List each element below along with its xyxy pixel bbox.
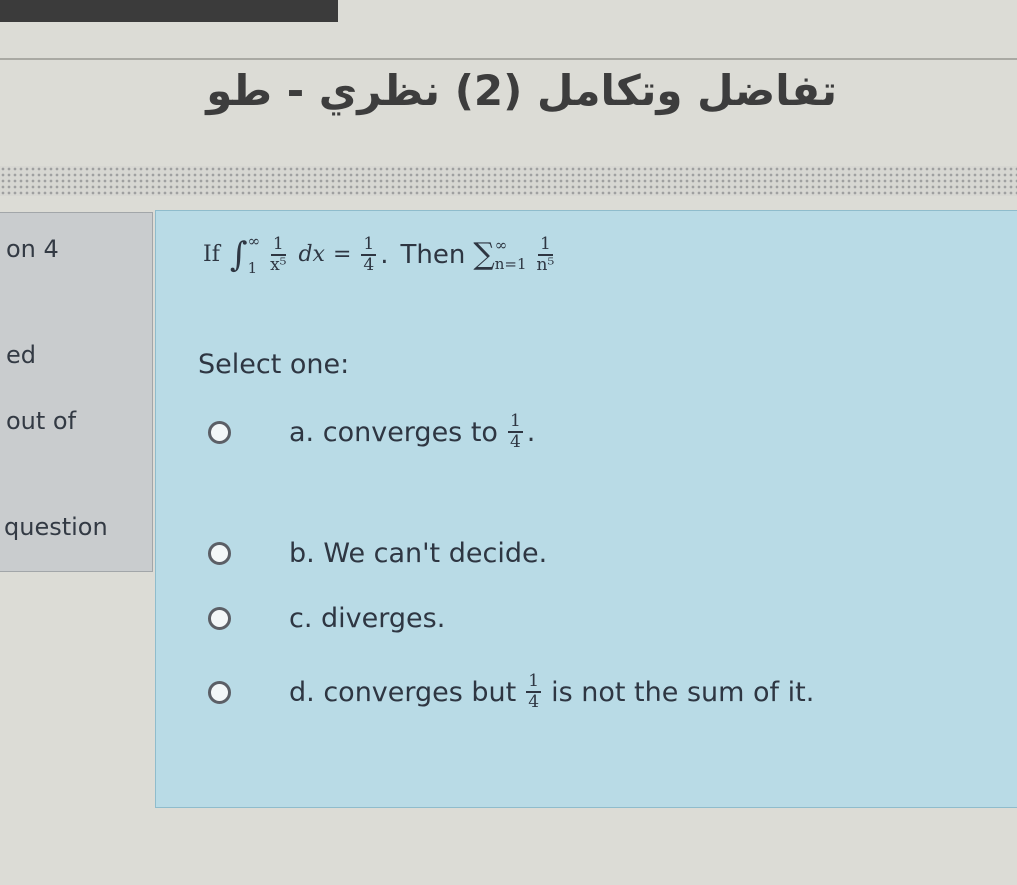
- answer-option-a[interactable]: a. converges to 1 4 .: [208, 413, 535, 451]
- sum-lower-limit: n=1: [494, 254, 527, 273]
- dx-symbol: dx: [298, 242, 325, 267]
- question-formulation: If ∫ ∞ 1 1 x⁵ dx = 1 4 . Then ∑ ∞ n=1 1 …: [155, 210, 1017, 808]
- integral-sign: ∫: [229, 234, 248, 275]
- radio-button-d[interactable]: [208, 680, 231, 704]
- option-d-label[interactable]: d. converges but 1 4 is not the sum of i…: [289, 673, 814, 711]
- option-c-label[interactable]: c. diverges.: [289, 603, 445, 634]
- sum-sign: ∑: [473, 237, 495, 272]
- course-title: تفاضل وتكامل (2) نظري - طو: [206, 66, 837, 115]
- option-d-fraction: 1 4: [526, 671, 542, 712]
- radio-button-c[interactable]: [208, 607, 231, 630]
- equals-sign: =: [332, 242, 352, 267]
- integral-upper-limit: ∞: [247, 232, 261, 250]
- answer-option-c[interactable]: c. diverges.: [208, 603, 445, 634]
- radio-button-a[interactable]: [208, 420, 231, 444]
- answer-option-b[interactable]: b. We can't decide.: [208, 538, 547, 569]
- answer-option-d[interactable]: d. converges but 1 4 is not the sum of i…: [208, 673, 814, 711]
- question-info-panel: on 4 ed out of question: [0, 212, 153, 572]
- dotted-divider: [0, 166, 1017, 196]
- sum-term-fraction: 1 n⁵: [536, 233, 555, 275]
- question-text: If ∫ ∞ 1 1 x⁵ dx = 1 4 . Then ∑ ∞ n=1 1 …: [203, 233, 558, 276]
- value-fraction: 1 4: [361, 233, 377, 275]
- option-b-label[interactable]: b. We can't decide.: [289, 538, 547, 569]
- option-a-label[interactable]: a. converges to 1 4 .: [289, 413, 535, 451]
- integrand-fraction: 1 x⁵: [270, 233, 287, 275]
- period: .: [380, 239, 389, 270]
- top-bar: [0, 0, 338, 22]
- sum-upper-limit: ∞: [494, 236, 508, 254]
- then-word: Then: [400, 239, 466, 270]
- question-marks: out of: [6, 407, 77, 435]
- option-a-fraction: 1 4: [507, 411, 523, 452]
- flag-question-link[interactable]: question: [4, 513, 108, 541]
- radio-button-b[interactable]: [208, 542, 231, 565]
- question-status: ed: [6, 341, 36, 369]
- if-word: If: [203, 242, 220, 267]
- select-one-prompt: Select one:: [198, 349, 350, 380]
- question-number: on 4: [6, 235, 59, 263]
- header-divider: [0, 58, 1017, 60]
- integral-lower-limit: 1: [247, 258, 258, 277]
